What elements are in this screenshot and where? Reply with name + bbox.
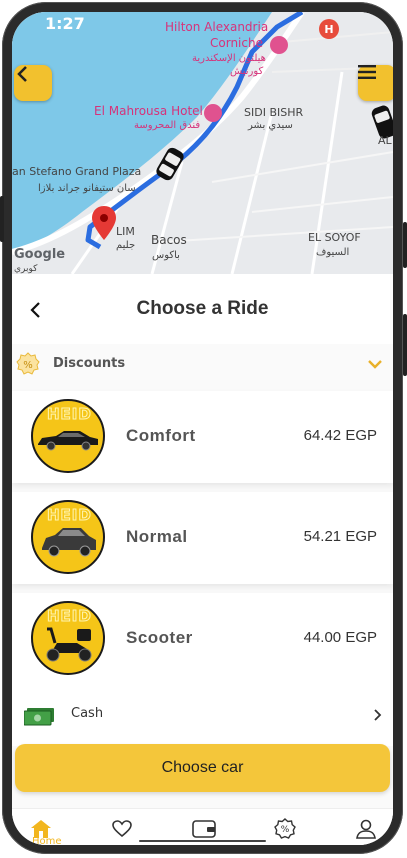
map-label: Hilton Alexandria [165,20,269,34]
discount-badge-icon: % [274,818,296,839]
chevron-left-icon [17,66,27,82]
map-label: SIDI BISHR [244,106,304,119]
chevron-right-icon [374,709,382,721]
car-icon [42,528,96,557]
map-label: سان ستيفانو جراند بلازا [38,183,136,194]
ride-price: 54.21 EGP [303,528,377,545]
nav-offers[interactable]: % [271,815,299,843]
scooter-icon [46,627,92,662]
menu-button[interactable] [358,65,393,101]
map-label: LIM [116,225,135,238]
screen: H 1:27 Hilton Alexandria Corniche هيلتون… [12,12,393,845]
ride-price: 44.00 EGP [303,629,377,646]
map-label: هيلتون الإسكندرية [192,53,266,64]
status-time: 1:27 [45,14,85,33]
map-label: سيدي بشر [248,120,293,131]
side-button-left [0,196,4,242]
choose-car-button[interactable]: Choose car [15,744,390,792]
home-indicator [139,840,266,842]
sheet-header: Choose a Ride [12,274,393,344]
payment-method-label: Cash [71,706,104,721]
comfort-vehicle-image: HEID [31,399,105,473]
nav-wallet[interactable] [190,815,218,843]
hamburger-icon [358,65,376,79]
normal-vehicle-image: HEID [31,500,105,574]
side-button-right-top [403,222,407,268]
payment-method-row[interactable]: Cash [12,684,393,746]
user-icon [356,819,376,839]
ride-sheet: Choose a Ride % Discounts HEID Comfort 6… [12,274,393,845]
ride-option-comfort[interactable]: HEID Comfort 64.42 EGP [12,391,393,483]
map-label: جليم [116,240,136,251]
nav-home-label: Home [32,836,62,845]
svg-text:%: % [23,360,33,371]
map-label: كورنيش [230,66,264,77]
map-label: السيوف [316,247,350,258]
ride-option-normal[interactable]: HEID Normal 54.21 EGP [12,492,393,584]
ride-name: Normal [126,527,188,546]
ride-option-scooter[interactable]: HEID Scooter 44.00 EGP [12,593,393,685]
map-label: باكوس [152,250,180,261]
brand-logo: HEID [47,506,92,525]
cash-icon [24,708,54,726]
map-label: AL [378,134,392,147]
sedan-icon [38,431,98,451]
back-map-button[interactable] [14,65,52,101]
svg-text:%: % [281,825,290,835]
heart-icon [112,820,132,838]
map-label: Corniche [210,36,263,50]
google-logo: Google [14,247,66,262]
ride-name: Comfort [126,426,196,445]
discounts-label: Discounts [53,356,126,371]
page-title: Choose a Ride [136,298,269,319]
map-view[interactable]: H 1:27 Hilton Alexandria Corniche هيلتون… [12,12,393,274]
map-label: EL SOYOF [308,231,361,244]
map-label: فندق المحروسة [134,120,201,131]
side-button-right-bottom [403,314,407,376]
svg-text:H: H [324,23,333,36]
discounts-row[interactable]: % Discounts [12,344,393,386]
map-label: El Mahrousa Hotel [94,104,203,118]
wallet-icon [192,820,216,838]
map-label: an Stefano Grand Plaza [12,165,142,178]
nav-profile[interactable] [352,815,380,843]
bottom-nav: Home % [12,808,393,845]
scooter-vehicle-image: HEID [31,601,105,675]
ride-name: Scooter [126,628,193,647]
brand-logo: HEID [47,405,92,424]
map-label: Bacos [151,233,187,247]
discount-badge-icon: % [16,352,40,375]
nav-favorites[interactable] [108,815,136,843]
chevron-down-icon[interactable] [367,358,383,370]
map-label: كوبري [14,264,38,274]
ride-price: 64.42 EGP [303,427,377,444]
